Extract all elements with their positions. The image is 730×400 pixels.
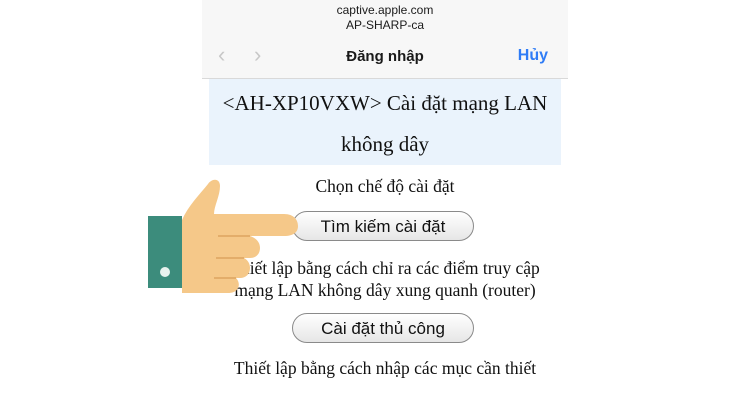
url-host[interactable]: captive.apple.com <box>202 3 568 17</box>
cancel-button[interactable]: Hủy <box>518 47 548 65</box>
manual-description: Thiết lập bằng cách nhập các mục cần thi… <box>233 358 537 378</box>
pointing-hand-icon <box>148 179 298 293</box>
page-title: Đăng nhập <box>346 48 424 65</box>
cuff-button-shape <box>160 267 170 277</box>
browser-top-bar: captive.apple.com AP-SHARP-ca ‹ › Đăng n… <box>202 0 568 79</box>
header-title-line2: không dây <box>340 132 430 156</box>
manual-settings-button[interactable]: Cài đặt thủ công <box>292 313 474 343</box>
header-banner: <AH-XP10VXW> Cài đặt mạng LAN không dây <box>209 79 561 165</box>
sleeve-shape <box>148 216 182 288</box>
search-settings-button[interactable]: Tìm kiếm cài đặt <box>292 211 474 241</box>
network-name: AP-SHARP-ca <box>345 18 425 32</box>
header-title-line1: <AH-XP10VXW> Cài đặt mạng LAN <box>222 91 548 115</box>
